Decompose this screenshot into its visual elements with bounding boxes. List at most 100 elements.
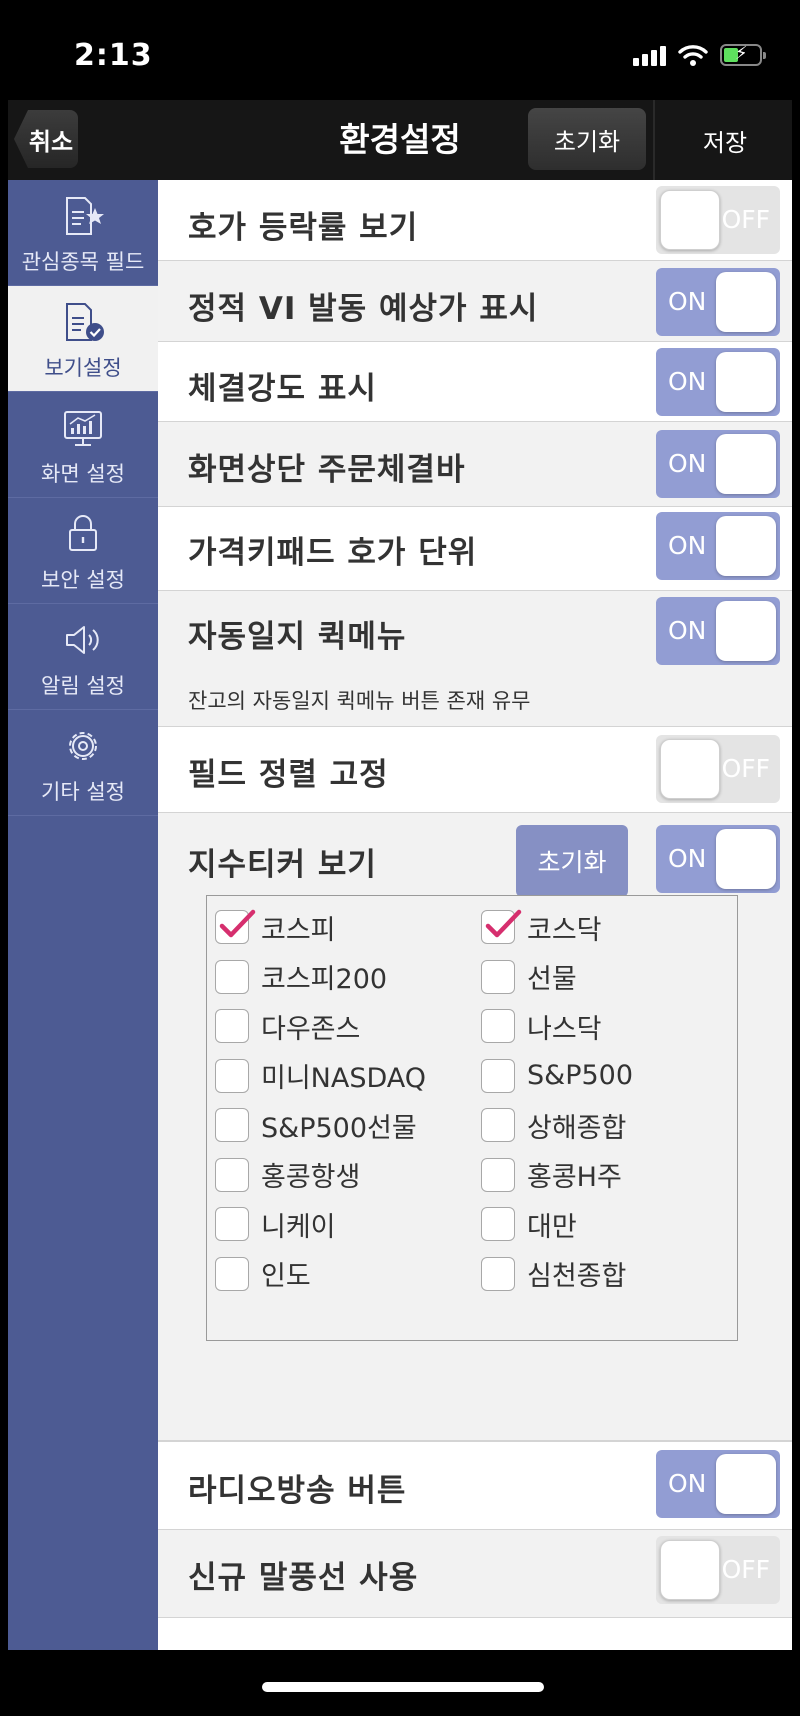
toggle-switch[interactable]: ON <box>656 348 780 416</box>
toggle-state: ON <box>668 1469 707 1498</box>
ticker-label: 코스피 <box>261 914 336 946</box>
status-time: 2:13 <box>74 38 153 73</box>
sidebar-item-label: 알림 설정 <box>41 673 125 698</box>
setting-row: 자동일지 퀵메뉴 ON 잔고의 자동일지 퀵메뉴 버튼 존재 유무 <box>158 591 792 727</box>
checkbox[interactable] <box>481 1108 515 1142</box>
checkbox[interactable] <box>215 1009 249 1043</box>
checkbox[interactable] <box>481 1009 515 1043</box>
checkbox-checked[interactable] <box>215 909 256 944</box>
ticker-checkbox-item[interactable]: 코스닥 <box>481 904 602 950</box>
ticker-label: 상해종합 <box>527 1112 627 1144</box>
sidebar-item-label: 화면 설정 <box>41 461 125 486</box>
ticker-label: 니케이 <box>261 1211 336 1243</box>
ticker-checkbox-item[interactable]: 코스피200 <box>215 954 387 1000</box>
checkbox[interactable] <box>215 1207 249 1241</box>
setting-label: 지수티커 보기 <box>188 847 377 883</box>
ticker-checkbox-item[interactable]: 홍콩H주 <box>481 1152 622 1198</box>
ticker-checkbox-item[interactable]: 홍콩항생 <box>215 1152 360 1198</box>
toggle-state: OFF <box>721 754 770 783</box>
checkmark-icon <box>485 909 522 938</box>
sidebar-item-alert-settings[interactable]: 알림 설정 <box>8 604 158 710</box>
checkbox[interactable] <box>481 1207 515 1241</box>
checkbox[interactable] <box>481 1256 515 1291</box>
wifi-icon <box>678 45 708 66</box>
toggle-switch[interactable]: OFF <box>656 735 780 803</box>
checkbox[interactable] <box>481 1157 515 1192</box>
ticker-label: 미니NASDAQ <box>261 1063 427 1094</box>
toggle-switch[interactable]: ON <box>656 512 780 580</box>
toggle-switch[interactable]: ON <box>656 597 780 665</box>
ticker-reset-button[interactable]: 초기화 <box>516 825 628 897</box>
sidebar-item-view-settings[interactable]: 보기설정 <box>8 286 158 392</box>
setting-row: 정적 VI 발동 예상가 표시 ON <box>158 261 792 342</box>
ticker-label: S&P500 <box>527 1060 634 1091</box>
ticker-label: S&P500선물 <box>261 1112 417 1144</box>
toggle-state: ON <box>668 287 707 316</box>
toggle-state: ON <box>668 616 707 645</box>
ticker-checkbox-item[interactable]: 대만 <box>481 1201 577 1247</box>
header-divider <box>653 100 655 180</box>
setting-label: 자동일지 퀵메뉴 <box>188 619 407 655</box>
ticker-checkbox-item[interactable]: 심천종합 <box>481 1251 626 1297</box>
checkbox-checked[interactable] <box>481 909 522 944</box>
ticker-checkbox-item[interactable]: S&P500선물 <box>215 1102 417 1148</box>
sidebar-item-other-settings[interactable]: 기타 설정 <box>8 710 158 816</box>
checkbox[interactable] <box>481 959 515 994</box>
ticker-label: 코스피200 <box>261 964 388 995</box>
setting-row: 신규 말풍선 사용 OFF <box>158 1530 792 1618</box>
checkbox[interactable] <box>215 959 249 994</box>
setting-row-partial <box>158 1618 792 1650</box>
gear-icon <box>69 731 97 760</box>
ticker-checkbox-item[interactable]: 인도 <box>215 1251 311 1297</box>
ticker-label: 홍콩H주 <box>527 1162 622 1193</box>
setting-row: 호가 등락률 보기 OFF <box>158 180 792 261</box>
sidebar-item-security-settings[interactable]: 보안 설정 <box>8 498 158 604</box>
toggle-state: ON <box>668 531 707 560</box>
toggle-switch[interactable]: ON <box>656 825 780 893</box>
ticker-checkbox-item[interactable]: 선물 <box>481 954 577 1000</box>
setting-description: 잔고의 자동일지 퀵메뉴 버튼 존재 유무 <box>188 689 531 713</box>
status-icons: ⚡ <box>633 42 766 68</box>
ticker-checkbox-item[interactable]: 니케이 <box>215 1201 336 1247</box>
sidebar-item-label: 기타 설정 <box>41 779 125 804</box>
sidebar-item-screen-settings[interactable]: 화면 설정 <box>8 392 158 498</box>
save-button[interactable]: 저장 <box>658 100 792 180</box>
battery-icon: ⚡ <box>720 43 766 66</box>
toggle-switch[interactable]: ON <box>656 268 780 336</box>
toggle-switch[interactable]: OFF <box>656 186 780 254</box>
ticker-label: 다우존스 <box>261 1013 361 1045</box>
speaker-icon <box>66 625 99 654</box>
ticker-label: 인도 <box>261 1261 311 1292</box>
checkbox[interactable] <box>481 1058 515 1093</box>
toggle-switch[interactable]: ON <box>656 430 780 498</box>
ticker-checkbox-item[interactable]: 미니NASDAQ <box>215 1053 426 1099</box>
checkmark-icon <box>219 909 256 938</box>
toggle-switch[interactable]: ON <box>656 1450 780 1518</box>
checkbox[interactable] <box>215 1256 249 1291</box>
reset-button[interactable]: 초기화 <box>528 108 646 170</box>
checkbox[interactable] <box>215 1058 249 1093</box>
app-frame: 2:13 ⚡ 환경설정 취소 초기화 저장 관심종목 필드 보기설정 화면 설정… <box>8 8 792 1708</box>
ticker-checkbox-item[interactable]: 다우존스 <box>215 1003 360 1049</box>
toggle-switch[interactable]: OFF <box>656 1536 780 1604</box>
toggle-state: ON <box>668 449 707 478</box>
setting-label: 정적 VI 발동 예상가 표시 <box>188 291 539 327</box>
ticker-checkbox-item[interactable]: 코스피 <box>215 904 336 950</box>
setting-label: 체결강도 표시 <box>188 371 377 407</box>
ticker-checkbox-item[interactable]: 나스닥 <box>481 1003 602 1049</box>
ticker-label: 대만 <box>527 1211 577 1243</box>
checkbox[interactable] <box>215 1157 249 1192</box>
ticker-label: 선물 <box>527 964 577 995</box>
cancel-button[interactable]: 취소 <box>14 110 78 168</box>
home-indicator[interactable] <box>262 1682 544 1692</box>
sidebar-item-watchlist-fields[interactable]: 관심종목 필드 <box>8 180 158 286</box>
checkbox[interactable] <box>215 1108 249 1142</box>
toggle-state: OFF <box>721 205 770 234</box>
setting-row: 체결강도 표시 ON <box>158 342 792 422</box>
monitor-chart-icon <box>64 410 102 446</box>
ticker-checkbox-item[interactable]: 상해종합 <box>481 1102 626 1148</box>
sidebar-item-label: 보안 설정 <box>41 567 125 592</box>
setting-row: 라디오방송 버튼 ON <box>158 1441 792 1530</box>
ticker-checkbox-item[interactable]: S&P500 <box>481 1053 633 1099</box>
toggle-state: ON <box>668 367 707 396</box>
